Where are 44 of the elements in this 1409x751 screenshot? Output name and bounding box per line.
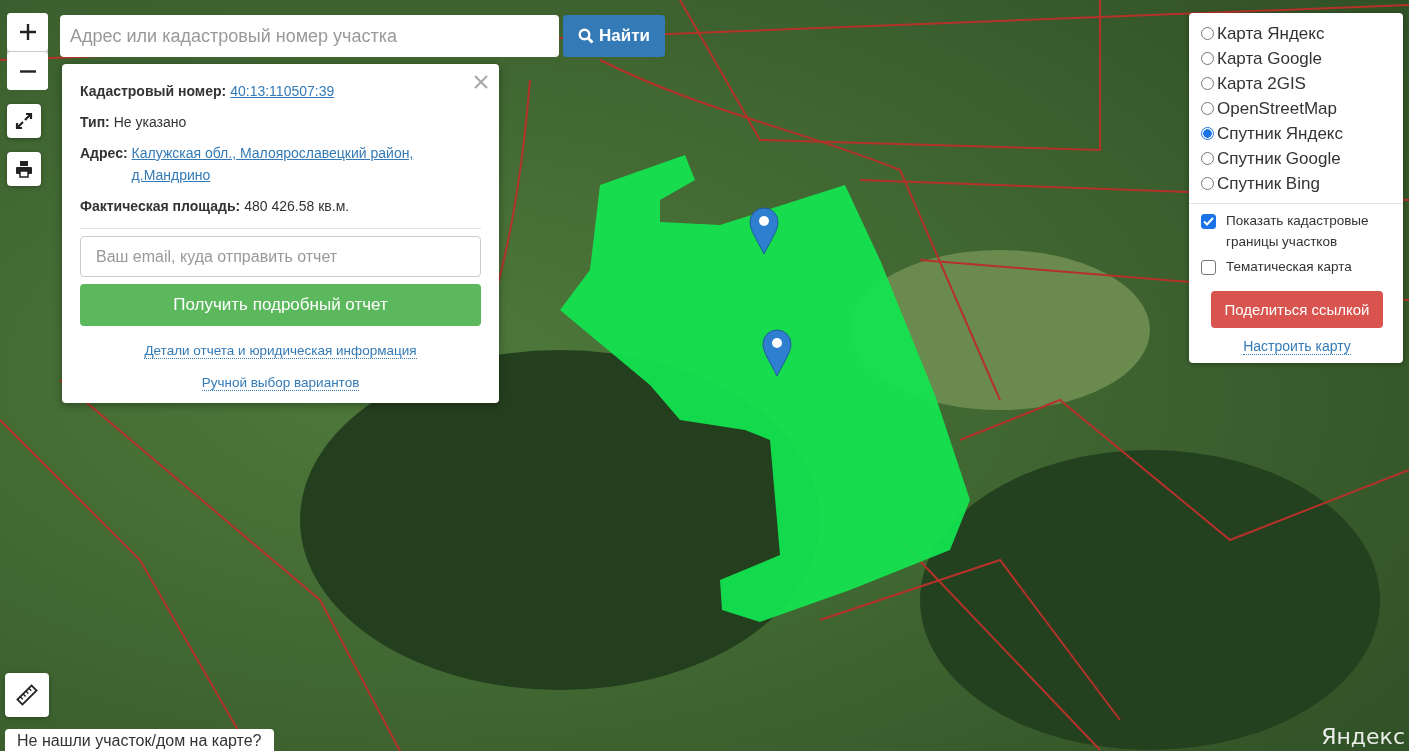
field-value: 480 426.58 кв.м. [244,197,350,216]
expand-icon [15,112,33,130]
layer-option-label[interactable]: Спутник Яндекс [1217,123,1343,144]
layer-option-label[interactable]: Карта 2GIS [1217,73,1306,94]
search-icon [578,28,594,44]
zoom-in-button[interactable] [7,13,48,51]
field-label: Кадастровый номер: [80,82,227,101]
radio-button[interactable] [1201,127,1214,140]
land-parcel-area[interactable] [560,155,970,622]
map-settings-link[interactable]: Настроить карту [1243,338,1351,355]
field-label: Тип: [80,113,110,132]
map-pin-icon[interactable] [749,207,779,255]
field-label: Фактическая площадь: [80,197,241,216]
share-link-button[interactable]: Поделиться ссылкой [1211,291,1383,328]
email-field[interactable]: Ваш email, куда отправить отчет [80,236,481,277]
checkbox-label[interactable]: Тематическая карта [1226,256,1352,277]
field-link[interactable]: Калужская обл., Малоярославецкий район, д.Мандрино [131,142,451,186]
layer-option-label[interactable]: Спутник Google [1217,148,1341,169]
search-field[interactable]: Адрес или кадастровый номер участка [60,15,559,57]
plus-icon [18,23,37,41]
checkbox[interactable] [1201,260,1216,275]
layer-option-label[interactable]: Карта Google [1217,48,1323,69]
layer-option-label[interactable]: OpenStreetMap [1217,98,1337,119]
checkbox[interactable] [1201,214,1216,229]
help-notice[interactable]: Не нашли участок/дом на карте? [5,729,274,751]
search-button[interactable]: Найти [563,15,665,57]
minus-icon [18,69,37,73]
close-icon[interactable] [474,75,488,89]
fullscreen-button[interactable] [7,104,41,138]
map-attribution: Яндекс [1321,724,1405,749]
field-value: Не указано [113,113,187,132]
map-pin-icon[interactable] [762,329,792,377]
print-button[interactable] [7,152,41,186]
field-label: Адрес: [80,144,128,163]
popup-link[interactable]: Детали отчета и юридическая информация [144,343,417,359]
layer-option-label[interactable]: Спутник Bing [1217,173,1320,194]
layer-option-label[interactable]: Карта Яндекс [1217,23,1325,44]
printer-icon [15,160,33,178]
popup-link[interactable]: Ручной выбор вариантов [201,375,360,391]
zoom-out-button[interactable] [7,52,48,90]
ruler-icon [16,684,38,706]
measure-button[interactable] [5,673,49,717]
checkbox-label[interactable]: Показать кадастровые границы участков [1226,210,1393,252]
field-link[interactable]: 40:13:110507:39 [230,80,335,102]
